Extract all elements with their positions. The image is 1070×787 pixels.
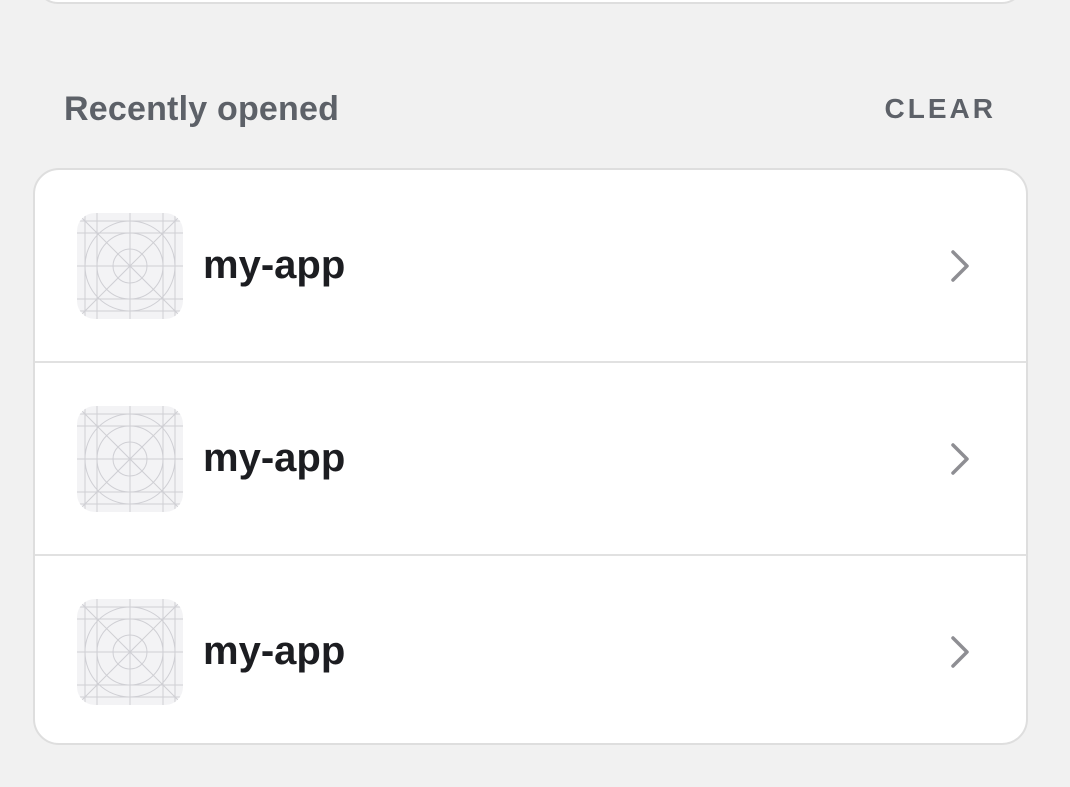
section-header: Recently opened CLEAR [64, 86, 996, 132]
section-title: Recently opened [64, 89, 340, 128]
app-placeholder-icon [77, 598, 183, 705]
list-item[interactable]: my-app [35, 554, 1026, 743]
chevron-right-icon [951, 635, 969, 668]
app-name: my-app [203, 436, 346, 480]
app-name: my-app [203, 629, 346, 673]
list-item[interactable]: my-app [35, 170, 1026, 361]
app-name: my-app [203, 243, 346, 287]
previous-card [36, 0, 1024, 4]
app-placeholder-icon [77, 212, 183, 319]
clear-button[interactable]: CLEAR [885, 93, 996, 125]
recently-opened-screen: Recently opened CLEAR my-app my-app my-a… [0, 0, 1070, 787]
chevron-right-icon [951, 249, 969, 282]
recent-list: my-app my-app my-app [33, 168, 1028, 745]
list-item[interactable]: my-app [35, 361, 1026, 554]
chevron-right-icon [951, 442, 969, 475]
app-placeholder-icon [77, 405, 183, 512]
